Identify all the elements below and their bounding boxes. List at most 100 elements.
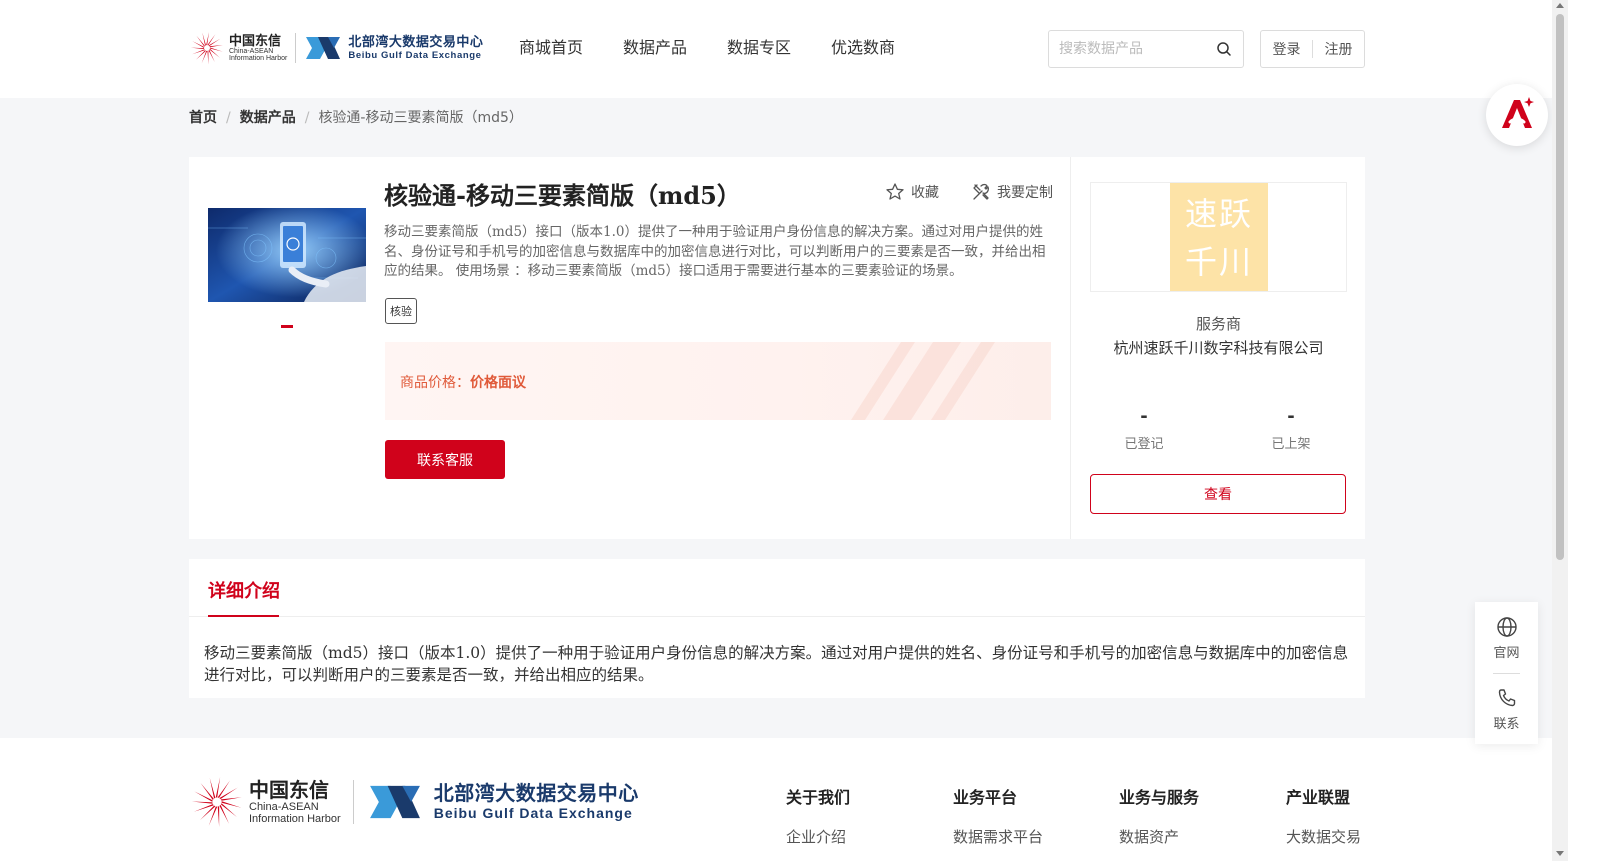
scroll-up-arrow-icon[interactable] <box>1556 3 1564 8</box>
beibu-gulf-logo-icon <box>306 37 341 59</box>
auth-box: 登录 注册 <box>1260 30 1365 68</box>
breadcrumb-separator: / <box>226 110 231 126</box>
footer-col-platform: 业务平台 数据需求平台 <box>953 784 1043 847</box>
footer-col-title: 业务与服务 <box>1119 788 1200 807</box>
price-decoration <box>851 342 995 420</box>
footer-col-title: 关于我们 <box>786 788 851 807</box>
footer-link[interactable]: 大数据交易 <box>1286 826 1361 847</box>
product-actions: 收藏 我要定制 <box>885 182 1053 202</box>
product-description: 移动三要素简版（md5）接口（版本1.0）提供了一种用于验证用户身份信息的解决方… <box>384 224 1046 279</box>
dock-contact[interactable]: 联系 <box>1475 687 1538 732</box>
product-tag: 核验 <box>385 298 417 324</box>
footer-link[interactable]: 数据资产 <box>1119 826 1199 847</box>
cei-logo-cn: 中国东信 <box>229 33 282 49</box>
breadcrumb-data-products[interactable]: 数据产品 <box>240 108 296 128</box>
view-vendor-button[interactable]: 查看 <box>1090 474 1346 514</box>
nav-item-data-products[interactable]: 数据产品 <box>623 36 687 60</box>
favorite-button[interactable]: 收藏 <box>885 182 939 202</box>
vendor-logo-text-1: 速跃 <box>1184 195 1253 233</box>
footer-cei-text: 中国东信 China-ASEAN Information Harbor <box>249 779 341 825</box>
vendor-logo-text-2: 千川 <box>1184 243 1253 281</box>
dock-website[interactable]: 官网 <box>1475 616 1538 661</box>
site-logo[interactable]: 中国东信 China-ASEAN Information Harbor 北部湾大… <box>189 28 483 68</box>
search-icon[interactable] <box>1216 41 1232 57</box>
vendor-name: 杭州速跃千川数字科技有限公司 <box>1113 339 1324 357</box>
stat-registered-value: - <box>1140 406 1148 427</box>
bgx-logo-en: Beibu Gulf Data Exchange <box>348 49 482 61</box>
nav-item-mall-home[interactable]: 商城首页 <box>519 36 583 60</box>
stat-registered-label: 已登记 <box>1124 437 1164 452</box>
vendor-role: 服务商 <box>1195 315 1241 333</box>
detail-body: 移动三要素简版（md5）接口（版本1.0）提供了一种用于验证用户身份信息的解决方… <box>204 644 1349 684</box>
tools-icon <box>973 183 990 200</box>
globe-icon <box>1496 617 1517 637</box>
footer-col-alliance: 产业联盟 大数据交易 <box>1286 784 1361 847</box>
footer-col-about: 关于我们 企业介绍 <box>786 784 850 847</box>
scrollbar-thumb[interactable] <box>1556 14 1564 560</box>
ai-assistant-button[interactable] <box>1486 84 1548 146</box>
site-footer: 中国东信 China-ASEAN Information Harbor 北部湾大… <box>0 738 1552 861</box>
customize-label: 我要定制 <box>997 185 1053 201</box>
price-label: 商品价格： <box>400 375 470 391</box>
stat-listed: - 已上架 <box>1236 405 1346 452</box>
contact-service-button[interactable]: 联系客服 <box>385 440 505 479</box>
dock-divider <box>1493 673 1520 674</box>
favorite-label: 收藏 <box>911 185 939 201</box>
footer-bgx-en: Beibu Gulf Data Exchange <box>433 805 633 821</box>
nav-item-preferred-vendors[interactable]: 优选数商 <box>831 36 895 60</box>
bgx-logo-text: 北部湾大数据交易中心 Beibu Gulf Data Exchange <box>348 36 483 61</box>
footer-cei-en1: China-ASEAN <box>249 801 319 813</box>
breadcrumb: 首页 / 数据产品 / 核验通-移动三要素简版（md5） <box>189 108 523 128</box>
card-divider <box>1070 157 1071 539</box>
footer-col-title: 产业联盟 <box>1286 788 1351 807</box>
china-asean-logo-icon <box>190 32 223 65</box>
main-nav: 商城首页 数据产品 数据专区 优选数商 <box>519 36 935 60</box>
footer-link[interactable]: 企业介绍 <box>786 826 850 847</box>
login-link[interactable]: 登录 <box>1261 39 1312 59</box>
search-input[interactable] <box>1049 31 1209 67</box>
dock-website-label: 官网 <box>1493 646 1520 661</box>
star-icon <box>886 183 904 200</box>
footer-logo: 中国东信 China-ASEAN Information Harbor 北部湾大… <box>189 774 639 830</box>
phone-icon <box>1498 689 1515 707</box>
footer-bgx-text: 北部湾大数据交易中心 Beibu Gulf Data Exchange <box>434 782 639 822</box>
dock-contact-label: 联系 <box>1493 717 1520 732</box>
stat-listed-label: 已上架 <box>1271 437 1311 452</box>
vendor-logo: 速跃 千川 <box>1170 183 1268 291</box>
footer-cei-cn: 中国东信 <box>249 778 329 802</box>
breadcrumb-separator: / <box>304 110 310 126</box>
vendor-logo-box: 速跃 千川 <box>1090 182 1347 292</box>
footer-cei-en2: Information Harbor <box>249 813 341 825</box>
product-image[interactable] <box>208 208 366 302</box>
price-value: 价格面议 <box>470 375 526 391</box>
scroll-down-arrow-icon[interactable] <box>1556 851 1564 856</box>
tab-detail-intro[interactable]: 详细介绍 <box>208 577 280 603</box>
product-image-graphic <box>208 208 366 302</box>
register-link[interactable]: 注册 <box>1313 39 1364 59</box>
price-row: 商品价格：价格面议 <box>400 372 526 392</box>
footer-link[interactable]: 数据需求平台 <box>953 826 1043 847</box>
ai-assistant-icon <box>1502 97 1534 128</box>
site-header: 中国东信 China-ASEAN Information Harbor 北部湾大… <box>0 0 1552 98</box>
customize-button[interactable]: 我要定制 <box>971 182 1053 202</box>
search-box <box>1048 30 1244 68</box>
stat-registered: - 已登记 <box>1089 405 1199 452</box>
page-scrollbar[interactable] <box>1552 0 1568 861</box>
cei-logo-en1: China-ASEAN <box>229 47 274 55</box>
product-title: 核验通-移动三要素简版（md5） <box>384 181 741 210</box>
detail-tabbar: 详细介绍 <box>189 559 1365 617</box>
footer-bgx-cn: 北部湾大数据交易中心 <box>433 781 639 805</box>
breadcrumb-current: 核验通-移动三要素简版（md5） <box>318 110 523 126</box>
cei-logo-en2: Information Harbor <box>229 54 288 62</box>
detail-section: 详细介绍 移动三要素简版（md5）接口（版本1.0）提供了一种用于验证用户身份信… <box>189 559 1365 698</box>
stat-listed-value: - <box>1287 406 1295 427</box>
active-tab-indicator <box>208 615 279 617</box>
price-box: 商品价格：价格面议 <box>385 342 1051 420</box>
footer-col-title: 业务平台 <box>953 788 1018 807</box>
china-asean-logo-icon <box>191 777 242 827</box>
carousel-indicator[interactable] <box>281 325 293 328</box>
nav-item-data-zone[interactable]: 数据专区 <box>727 36 791 60</box>
product-card: 核验通-移动三要素简版（md5） 收藏 我要定制 移动三要素简版（md5）接口（… <box>189 157 1365 539</box>
breadcrumb-home[interactable]: 首页 <box>189 108 217 128</box>
cei-logo-text: 中国东信 China-ASEAN Information Harbor <box>229 35 287 62</box>
